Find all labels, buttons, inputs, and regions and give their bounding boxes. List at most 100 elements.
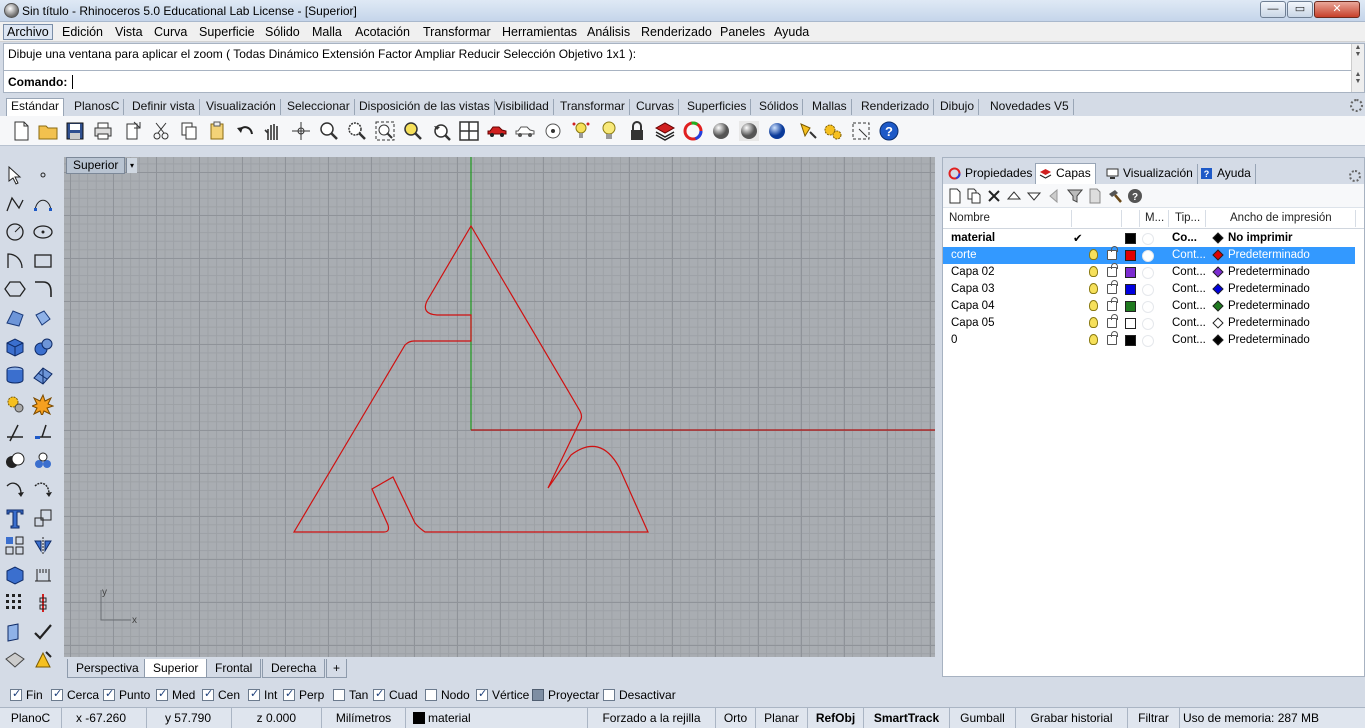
osnap-checkbox[interactable] <box>156 688 168 701</box>
osnap-perp[interactable]: Perp <box>283 688 324 702</box>
car-icon[interactable] <box>486 120 508 142</box>
car-outline-icon[interactable] <box>514 120 536 142</box>
zoom-selected-icon[interactable] <box>402 120 424 142</box>
current-layer-check-icon[interactable]: ✔ <box>1073 231 1083 245</box>
status-current-layer[interactable]: material <box>406 708 588 728</box>
layer-material-icon[interactable] <box>1142 250 1154 262</box>
panel-tab-visualizacion[interactable]: Visualización <box>1103 164 1198 184</box>
box-blue-icon[interactable] <box>4 564 26 586</box>
osnap-checkbox[interactable] <box>103 688 115 701</box>
layer-name[interactable]: 0 <box>951 334 957 346</box>
layer-states-icon[interactable] <box>1087 188 1103 204</box>
osnap-proyectar[interactable]: Proyectar <box>532 689 599 702</box>
distance-icon[interactable] <box>32 592 54 614</box>
toolbar-tab-renderizado[interactable]: Renderizado <box>857 99 935 115</box>
print-color-diamond-icon[interactable] <box>1212 317 1224 329</box>
layer-color-swatch[interactable] <box>1125 284 1136 295</box>
menu-vista[interactable]: Vista <box>112 24 146 40</box>
osnap-cerca[interactable]: Cerca <box>51 688 99 702</box>
polygon-icon[interactable] <box>4 278 26 300</box>
layer-linetype[interactable]: Cont... <box>1172 300 1206 312</box>
layer-color-swatch[interactable] <box>1125 301 1136 312</box>
menu-herramientas[interactable]: Herramientas <box>499 24 580 40</box>
layer-color-swatch[interactable] <box>1125 233 1136 244</box>
print-color-diamond-icon[interactable] <box>1212 249 1224 261</box>
boolean-difference-icon[interactable] <box>32 450 54 472</box>
toolbar-tab-transformar[interactable]: Transformar <box>556 99 630 115</box>
menu-renderizado[interactable]: Renderizado <box>638 24 715 40</box>
osnap-checkbox[interactable] <box>373 688 385 701</box>
rotate-arc-icon[interactable] <box>4 478 26 500</box>
layer-print-width[interactable]: Predeterminado <box>1228 249 1310 261</box>
tab-superior[interactable]: Superior <box>144 659 208 678</box>
layer-name[interactable]: Capa 02 <box>951 266 994 278</box>
toolbar-tab-seleccionar[interactable]: Seleccionar <box>283 99 355 115</box>
layer-name[interactable]: corte <box>951 249 977 261</box>
tab-derecha[interactable]: Derecha <box>262 659 326 678</box>
pan-hand-icon[interactable] <box>262 120 284 142</box>
osnap-punto[interactable]: Punto <box>103 688 150 702</box>
undo-view-icon[interactable] <box>430 120 452 142</box>
layer-material-icon[interactable] <box>1142 335 1154 347</box>
toolbar-options-gear-icon[interactable] <box>1350 99 1363 112</box>
column-material[interactable]: M... <box>1145 212 1164 224</box>
paste-icon[interactable] <box>206 120 228 142</box>
command-scrollbar[interactable]: ▲ ▼ <box>1351 71 1364 92</box>
new-file-icon[interactable] <box>10 120 32 142</box>
cut-icon[interactable] <box>150 120 172 142</box>
osnap-checkbox[interactable] <box>248 688 260 701</box>
layer-color-swatch[interactable] <box>1125 335 1136 346</box>
status-osnap[interactable]: RefObj <box>808 708 864 728</box>
rendered-sphere-icon[interactable] <box>738 120 760 142</box>
tab-frontal[interactable]: Frontal <box>206 659 262 678</box>
layer-name[interactable]: Capa 04 <box>951 300 994 312</box>
panel-options-gear-icon[interactable] <box>1349 170 1361 182</box>
layer-row[interactable]: corte Cont... Predeterminado <box>943 246 1355 264</box>
toolbar-tab-estandar[interactable]: Estándar <box>6 98 65 116</box>
print-color-diamond-icon[interactable] <box>1212 266 1224 278</box>
layer-name[interactable]: material <box>951 232 995 244</box>
tab-perspectiva[interactable]: Perspectiva <box>67 659 148 678</box>
scale-icon[interactable] <box>32 507 54 529</box>
move-layer-left-icon[interactable] <box>1046 188 1062 204</box>
layer-row[interactable]: Capa 04 Cont... Predeterminado <box>943 297 1355 315</box>
maximize-button[interactable]: ▭ <box>1287 1 1313 18</box>
layer-name[interactable]: Capa 05 <box>951 317 994 329</box>
visibility-bulb-icon[interactable] <box>1089 334 1098 345</box>
undo-icon[interactable] <box>234 120 256 142</box>
osnap-checkbox[interactable] <box>425 689 437 701</box>
osnap-checkbox[interactable] <box>283 688 295 701</box>
trim-icon[interactable] <box>4 421 26 443</box>
layer-name[interactable]: Capa 03 <box>951 283 994 295</box>
array-icon[interactable] <box>4 535 26 557</box>
curve-control-points-icon[interactable] <box>32 193 54 215</box>
layer-row[interactable]: material ✔ Co... No imprimir <box>943 230 1355 247</box>
visibility-bulb-icon[interactable] <box>1089 283 1098 294</box>
layer-print-width[interactable]: No imprimir <box>1228 232 1293 244</box>
layer-material-icon[interactable] <box>1142 318 1154 330</box>
osnap-int[interactable]: Int <box>248 688 277 702</box>
menu-acotacion[interactable]: Acotación <box>352 24 413 40</box>
osnap-fin[interactable]: Fin <box>10 688 43 702</box>
extrude-surface-icon[interactable] <box>32 307 54 329</box>
menu-superficie[interactable]: Superficie <box>196 24 258 40</box>
layer-linetype[interactable]: Cont... <box>1172 334 1206 346</box>
osnap-med[interactable]: Med <box>156 688 195 702</box>
osnap-nodo[interactable]: Nodo <box>425 689 470 702</box>
drape-surface-icon[interactable] <box>4 649 26 671</box>
select-window-icon[interactable] <box>850 120 872 142</box>
move-layer-up-icon[interactable] <box>1006 188 1022 204</box>
unlock-icon[interactable] <box>1107 297 1118 311</box>
layer-linetype[interactable]: Cont... <box>1172 249 1206 261</box>
command-line[interactable]: Comando: ▲ ▼ <box>3 71 1365 93</box>
viewport-canvas[interactable]: x y <box>64 157 935 657</box>
layer-material-icon[interactable] <box>1142 233 1154 245</box>
sphere-solid-icon[interactable] <box>32 336 54 358</box>
zoom-extents-icon[interactable] <box>374 120 396 142</box>
layer-row[interactable]: Capa 03 Cont... Predeterminado <box>943 280 1355 298</box>
layer-color-swatch[interactable] <box>1125 318 1136 329</box>
column-linetype[interactable]: Tip... <box>1175 212 1200 224</box>
osnap-cuad[interactable]: Cuad <box>373 688 418 702</box>
options-gears-icon[interactable] <box>822 120 844 142</box>
new-layer-icon[interactable] <box>947 188 963 204</box>
